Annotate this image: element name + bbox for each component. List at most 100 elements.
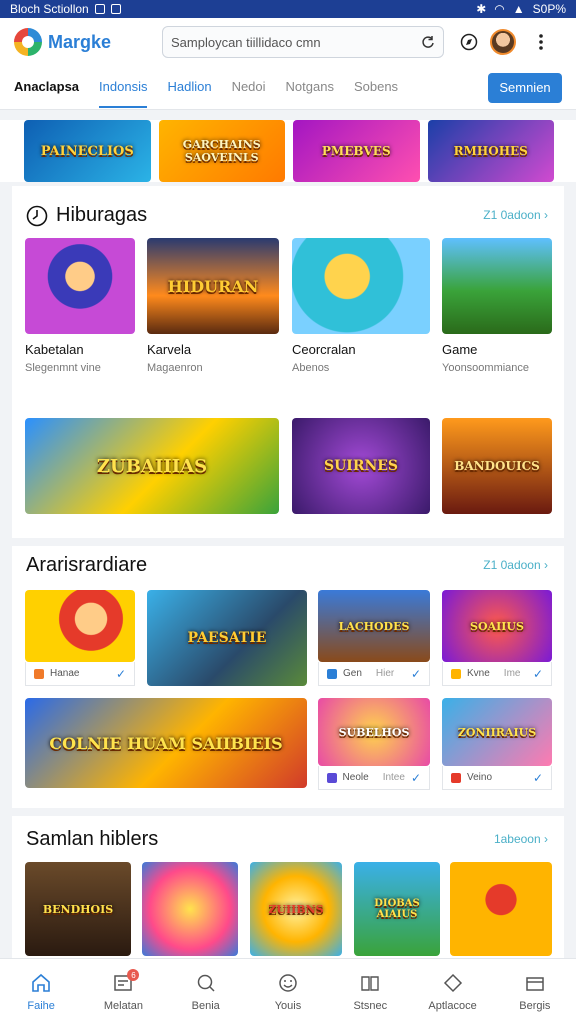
game-card[interactable]: Hanae ✓ [25, 590, 135, 686]
section-hiburagas: Hiburagas Z1 0adoon › Kabetalan Slegenmn… [12, 186, 564, 538]
avatar[interactable] [490, 29, 516, 55]
battery-text: S0P% [532, 2, 566, 16]
game-card[interactable]: DIOBAS AIAIUS [354, 862, 440, 958]
game-thumbnail: SUIRNES [292, 418, 430, 514]
game-card[interactable]: Kabetalan Slegenmnt vine [25, 238, 135, 378]
section-title: Samlan hiblers [26, 828, 159, 850]
nav-library[interactable]: Stsnec [329, 959, 411, 1024]
game-title: Karvela [147, 342, 192, 357]
game-card[interactable]: SUBELHOS Neole Intee ✓ [318, 698, 430, 790]
nav-label: Youis [274, 999, 302, 1012]
nav-label: Faihe [27, 999, 55, 1012]
card-footer: Hanae ✓ [25, 662, 135, 686]
game-card[interactable]: ZUIIBNS [250, 862, 342, 958]
game-thumbnail: ZUBAIIIAS [25, 418, 279, 514]
banner-card[interactable]: PAINECLIOS [24, 120, 151, 182]
check-icon: ✓ [410, 666, 421, 681]
game-subtitle: Slegenmnt vine [25, 362, 101, 374]
game-subtitle: Magaenron [147, 362, 203, 374]
game-thumbnail: SOAIIUS [442, 590, 552, 662]
wallet-icon [526, 976, 544, 991]
nav-label: Melatan [103, 999, 143, 1012]
compass-icon[interactable] [454, 27, 484, 57]
game-thumbnail: HIDURAN [147, 238, 279, 334]
game-title: Kabetalan [25, 342, 84, 357]
see-more-link[interactable]: 1abeoon › [494, 832, 548, 846]
brand-name: Margke [48, 31, 112, 52]
see-more-link[interactable]: Z1 0adoon › [483, 558, 548, 572]
game-thumbnail [292, 238, 430, 334]
tab-4[interactable]: Notgans [286, 67, 334, 108]
nav-label: Stsnec [353, 999, 388, 1012]
banner-card[interactable]: PMEBVES [293, 120, 420, 182]
nav-wallet[interactable]: Bergis [494, 959, 576, 1024]
game-card[interactable]: HIDURAN Karvela Magaenron [147, 238, 279, 378]
game-subtitle: Abenos [292, 362, 330, 374]
refresh-icon[interactable] [421, 35, 435, 49]
game-card[interactable]: BENDHOIS [25, 862, 131, 958]
status-bar: Bloch Sctiollon ✱ ◠ ▲ S0P% [0, 0, 576, 18]
game-thumbnail [450, 862, 552, 956]
section-samlan-hiblers: Samlan hiblers 1abeoon › BENDHOIS ZUIIBN… [12, 816, 564, 958]
app-icon [451, 668, 461, 679]
status-text: Bloch Sctiollon [10, 2, 89, 16]
game-thumbnail [142, 862, 238, 956]
home-icon [32, 973, 50, 992]
game-card[interactable]: SOAIIUS Kvne Ime ✓ [442, 590, 552, 686]
game-card[interactable]: Ceorcralan Abenos [292, 238, 430, 378]
game-thumbnail [442, 238, 552, 334]
game-card[interactable]: PAESATIE [147, 590, 307, 686]
nav-messages[interactable]: 6 Melatan [82, 959, 164, 1024]
game-card[interactable]: LACHODES Gen Hier ✓ [318, 590, 430, 686]
calendar-icon [110, 4, 121, 14]
game-card[interactable]: ZUBAIIIAS [25, 418, 279, 514]
game-card[interactable]: COLNIE HUAM SAIIBIEIS [25, 698, 307, 788]
nav-search[interactable]: Benia [165, 959, 247, 1024]
game-thumbnail: LACHODES [318, 590, 430, 662]
banner-card[interactable]: RMHOHES [427, 120, 554, 182]
more-vert-icon[interactable] [526, 27, 556, 57]
game-card[interactable]: ZONIIRAIUS Veino ✓ [442, 698, 552, 790]
game-thumbnail [25, 590, 135, 662]
notification-icon [94, 4, 105, 14]
search-input[interactable]: Samploycan tiillidaco cmn [162, 26, 444, 58]
banner-strip: PAINECLIOS GARCHAINS SAOVEINLS PMEBVES R… [0, 120, 576, 182]
game-card[interactable]: SUIRNES [292, 418, 430, 514]
nav-home[interactable]: Faihe [0, 959, 82, 1024]
game-card[interactable] [142, 862, 238, 958]
section-title-text: Hiburagas [56, 204, 148, 226]
game-thumbnail: BANDOUICS [442, 418, 552, 514]
tab-3[interactable]: Nedoi [232, 67, 266, 108]
diamond-icon [443, 973, 462, 992]
tab-5[interactable]: Sobens [354, 67, 398, 108]
bluetooth-icon: ✱ [476, 2, 487, 16]
app-header: Margke Samploycan tiillidaco cmn [0, 18, 576, 66]
book-icon [361, 975, 379, 991]
signal-icon: ▲ [512, 2, 525, 16]
game-thumbnail: BENDHOIS [25, 862, 131, 956]
card-footer: Veino ✓ [442, 766, 552, 790]
game-thumbnail: SUBELHOS [318, 698, 430, 766]
game-thumbnail: COLNIE HUAM SAIIBIEIS [25, 698, 307, 788]
app-logo [14, 28, 42, 56]
section-title: Hiburagas [26, 204, 147, 227]
app-icon [34, 668, 44, 679]
search-placeholder: Samploycan tiillidaco cmn [171, 34, 321, 50]
game-card[interactable]: BANDOUICS [442, 418, 552, 514]
game-title: Ceorcralan [292, 342, 356, 357]
game-card[interactable]: Game Yoonsoommiance [442, 238, 552, 378]
nav-applications[interactable]: Aptlacoce [411, 959, 493, 1024]
game-card[interactable] [450, 862, 552, 958]
clock-icon [26, 205, 48, 226]
nav-you[interactable]: Youis [247, 959, 329, 1024]
check-icon: ✓ [410, 770, 421, 785]
notification-badge: 6 [127, 969, 140, 981]
see-more-link[interactable]: Z1 0adoon › [483, 208, 548, 222]
tabs-action-button[interactable]: Semnien [488, 72, 562, 103]
tab-2[interactable]: Hadlion [167, 67, 211, 108]
game-thumbnail: DIOBAS AIAIUS [354, 862, 440, 956]
tab-1[interactable]: Indonsis [99, 67, 148, 108]
tab-0[interactable]: Anaclapsa [14, 67, 79, 108]
banner-card[interactable]: GARCHAINS SAOVEINLS [158, 120, 285, 182]
app-icon [327, 772, 337, 783]
